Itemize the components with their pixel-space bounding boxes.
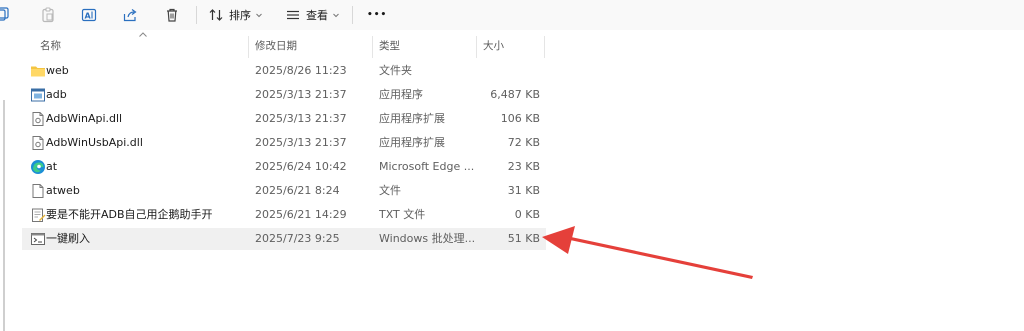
annotation-arrow-head xyxy=(542,226,575,254)
annotation-arrow xyxy=(542,226,753,279)
annotation-arrow-shaft xyxy=(570,237,753,279)
